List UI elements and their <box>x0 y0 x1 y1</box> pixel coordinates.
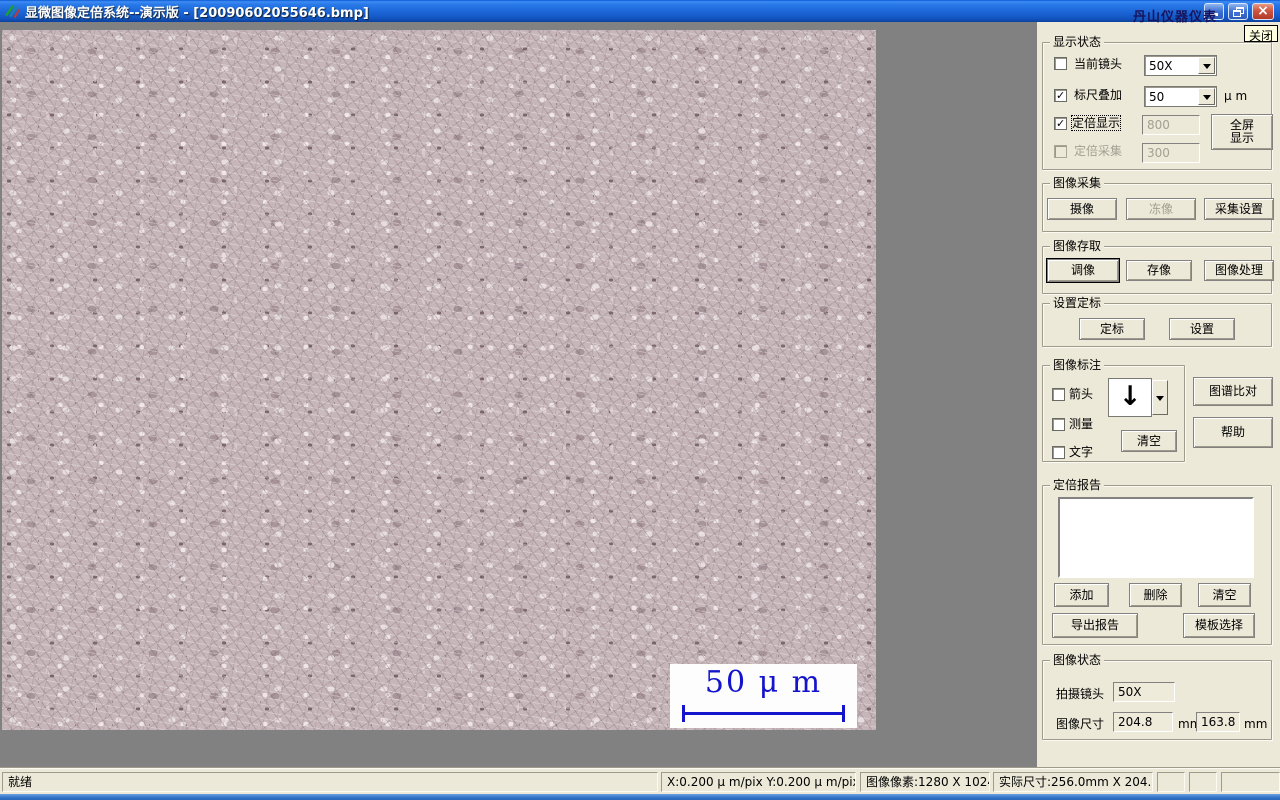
combo-current-lens-arrow[interactable] <box>1198 57 1215 74</box>
chevron-down-icon <box>1202 63 1211 69</box>
save-image-button[interactable]: 存像 <box>1126 260 1192 281</box>
group-report-title: 定倍报告 <box>1050 478 1105 492</box>
checkbox-text[interactable] <box>1052 446 1065 459</box>
checkbox-ruler-overlay[interactable] <box>1054 89 1067 102</box>
group-image-status: 图像状态 拍摄镜头 50X 图像尺寸 204.8 mm 163.8 mm <box>1042 653 1272 740</box>
input-fixed-capture: 300 <box>1142 143 1200 163</box>
group-calibration-title: 设置定标 <box>1050 296 1105 310</box>
label-measure: 测量 <box>1069 417 1094 431</box>
group-image-status-title: 图像状态 <box>1050 653 1105 667</box>
scalebar-label: 50 μ m <box>704 665 823 700</box>
title-bar: 显微图像定倍系统--演示版 - [20090602055646.bmp] <box>0 0 1280 22</box>
label-image-size: 图像尺寸 <box>1056 717 1105 731</box>
input-image-height[interactable]: 163.8 <box>1196 712 1240 732</box>
combo-ruler-size-value: 50 <box>1149 90 1165 104</box>
label-text: 文字 <box>1069 445 1094 459</box>
window-title: 显微图像定倍系统--演示版 - [20090602055646.bmp] <box>25 5 369 21</box>
status-bar: 就绪 X:0.200 μ m/pix Y:0.200 μ m/pix 图像像素:… <box>0 767 1280 794</box>
close-tooltip: 关闭 <box>1244 25 1279 43</box>
load-image-button[interactable]: 调像 <box>1047 259 1119 282</box>
micrograph-image: 50 μ m <box>2 30 876 730</box>
combo-ruler-size[interactable]: 50 <box>1144 86 1217 107</box>
chevron-down-icon <box>1156 395 1164 401</box>
freeze-button: 冻像 <box>1126 198 1196 220</box>
label-shooting-lens: 拍摄镜头 <box>1056 687 1105 701</box>
input-shooting-lens[interactable]: 50X <box>1113 682 1175 702</box>
checkbox-fixed-display[interactable] <box>1054 117 1067 130</box>
label-current-lens: 当前镜头 <box>1074 57 1123 71</box>
group-annotation-title: 图像标注 <box>1050 358 1105 372</box>
annotation-clear-button[interactable]: 清空 <box>1121 430 1177 452</box>
group-display-status: 显示状态 当前镜头 50X 标尺叠加 50 μ m 定倍显示 800 全屏 显示… <box>1042 35 1273 170</box>
group-capture: 图像采集 摄像 冻像 采集设置 <box>1042 176 1274 232</box>
chevron-down-icon <box>1202 94 1211 100</box>
arrow-style-combo-button[interactable] <box>1152 380 1168 415</box>
label-height-unit: mm <box>1244 717 1268 731</box>
control-panel: 显示状态 当前镜头 50X 标尺叠加 50 μ m 定倍显示 800 全屏 显示… <box>1037 22 1280 767</box>
label-fixed-display: 定倍显示 <box>1070 115 1122 131</box>
status-spare-1 <box>1157 772 1185 792</box>
group-storage: 图像存取 调像 存像 图像处理 <box>1042 239 1274 294</box>
checkbox-arrow[interactable] <box>1052 388 1065 401</box>
checkbox-fixed-capture <box>1054 145 1067 158</box>
arrow-down-icon: ↓ <box>1108 378 1152 417</box>
report-clear-button[interactable]: 清空 <box>1198 583 1251 607</box>
report-listbox[interactable] <box>1058 497 1254 578</box>
image-workspace: 50 μ m <box>0 22 1037 767</box>
group-report: 定倍报告 添加 删除 清空 导出报告 模板选择 <box>1042 478 1272 645</box>
checkbox-current-lens[interactable] <box>1054 57 1067 70</box>
scalebar-overlay: 50 μ m <box>670 664 857 728</box>
export-report-button[interactable]: 导出报告 <box>1052 613 1138 638</box>
status-ready: 就绪 <box>2 772 658 792</box>
label-micron-unit: μ m <box>1224 89 1248 103</box>
scalebar-line <box>682 705 845 722</box>
shoot-button[interactable]: 摄像 <box>1047 198 1117 220</box>
combo-current-lens[interactable]: 50X <box>1144 55 1217 76</box>
group-storage-title: 图像存取 <box>1050 239 1105 253</box>
calibration-settings-button[interactable]: 设置 <box>1169 318 1235 340</box>
taskbar-edge <box>0 794 1280 800</box>
status-spare-3 <box>1221 772 1280 792</box>
status-resolution: X:0.200 μ m/pix Y:0.200 μ m/pix <box>661 772 856 792</box>
app-icon <box>5 5 20 18</box>
combo-current-lens-value: 50X <box>1149 59 1173 73</box>
combo-ruler-size-arrow[interactable] <box>1198 88 1215 105</box>
group-display-status-title: 显示状态 <box>1050 35 1105 49</box>
status-spare-2 <box>1189 772 1217 792</box>
label-arrow: 箭头 <box>1069 387 1094 401</box>
help-button[interactable]: 帮助 <box>1193 417 1273 448</box>
brand-overlay-text: 丹山仪器仪表 <box>1133 10 1218 25</box>
template-select-button[interactable]: 模板选择 <box>1183 613 1255 638</box>
label-ruler-overlay: 标尺叠加 <box>1074 88 1123 102</box>
group-capture-title: 图像采集 <box>1050 176 1105 190</box>
checkbox-measure[interactable] <box>1052 418 1065 431</box>
report-add-button[interactable]: 添加 <box>1054 583 1109 607</box>
group-calibration: 设置定标 定标 设置 <box>1042 296 1272 347</box>
input-image-width[interactable]: 204.8 <box>1113 712 1173 732</box>
capture-settings-button[interactable]: 采集设置 <box>1204 198 1274 220</box>
image-process-button[interactable]: 图像处理 <box>1204 260 1274 281</box>
status-image-pixels: 图像像素:1280 X 1024 <box>860 772 990 792</box>
status-actual-size: 实际尺寸:256.0mm X 204.8mm <box>993 772 1153 792</box>
report-delete-button[interactable]: 删除 <box>1129 583 1182 607</box>
fullscreen-button[interactable]: 全屏 显示 <box>1211 114 1273 150</box>
arrow-style-combo[interactable]: ↓ <box>1108 378 1168 417</box>
atlas-compare-button[interactable]: 图谱比对 <box>1193 377 1273 406</box>
label-fixed-capture: 定倍采集 <box>1074 144 1123 158</box>
calibrate-button[interactable]: 定标 <box>1079 318 1145 340</box>
group-annotation: 图像标注 箭头 ↓ 测量 清空 文字 <box>1042 358 1185 462</box>
input-fixed-display: 800 <box>1142 115 1200 135</box>
